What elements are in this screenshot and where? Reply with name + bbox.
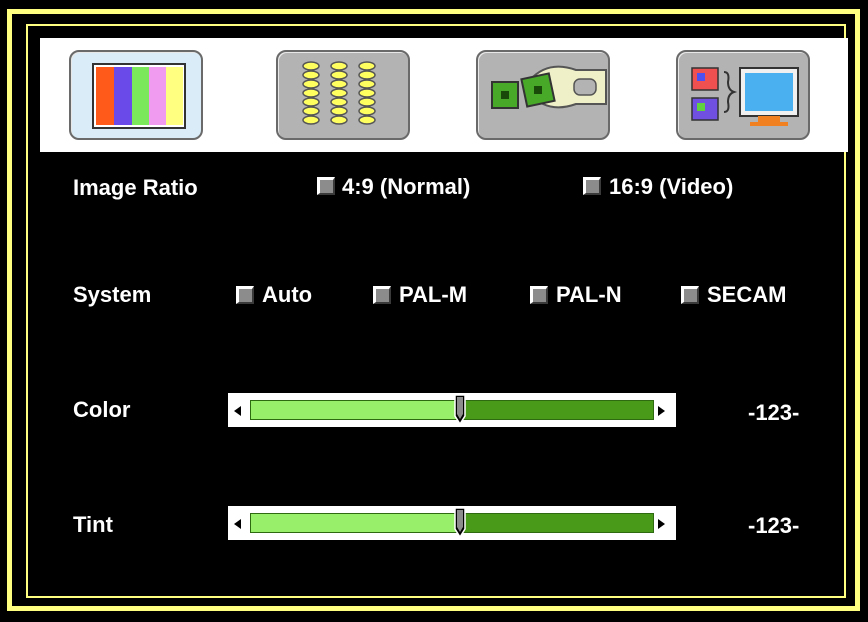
tint-slider-fill <box>251 514 461 532</box>
tint-slider-track[interactable] <box>250 507 654 539</box>
wrench-chip-icon <box>491 65 607 109</box>
color-slider-fill <box>251 401 461 419</box>
osd-screen: Image Ratio 4:9 (Normal) 16:9 (Video) Sy… <box>0 0 868 622</box>
system-label: System <box>73 282 152 307</box>
tint-slider[interactable] <box>228 506 676 540</box>
tint-slider-thumb[interactable] <box>453 507 467 539</box>
tab-setup[interactable] <box>476 50 610 140</box>
system-option-pal-m-checkbox[interactable] <box>373 286 391 304</box>
color-bars-icon <box>92 63 186 129</box>
tab-input[interactable] <box>676 50 810 140</box>
system-option-secam-checkbox[interactable] <box>681 286 699 304</box>
input-monitor-icon <box>691 67 799 126</box>
system-option-secam-label: SECAM <box>707 282 787 307</box>
system-option-pal-m-label: PAL-M <box>399 282 468 307</box>
image-ratio-option-video-label: 16:9 (Video) <box>609 174 734 199</box>
color-value: -123- <box>748 400 800 425</box>
color-slider-thumb[interactable] <box>453 394 467 426</box>
image-ratio-option-video-checkbox[interactable] <box>583 177 601 195</box>
color-slider-track[interactable] <box>250 394 654 426</box>
image-ratio-option-normal-label: 4:9 (Normal) <box>342 174 471 199</box>
image-ratio-option-normal-checkbox[interactable] <box>317 177 335 195</box>
tab-audio[interactable] <box>276 50 410 140</box>
system-option-pal-n-checkbox[interactable] <box>530 286 548 304</box>
image-ratio-label: Image Ratio <box>73 175 198 200</box>
tint-label: Tint <box>73 512 113 537</box>
color-label: Color <box>73 397 131 422</box>
system-option-auto-label: Auto <box>262 282 313 307</box>
slider-left-arrow-icon[interactable] <box>234 519 241 529</box>
slider-left-arrow-icon[interactable] <box>234 406 241 416</box>
system-option-auto-checkbox[interactable] <box>236 286 254 304</box>
tab-bar <box>40 38 848 152</box>
tab-picture[interactable] <box>69 50 203 140</box>
color-slider[interactable] <box>228 393 676 427</box>
system-option-pal-n-label: PAL-N <box>556 282 622 307</box>
tint-value: -123- <box>748 513 800 538</box>
slider-right-arrow-icon[interactable] <box>658 406 665 416</box>
slider-right-arrow-icon[interactable] <box>658 519 665 529</box>
equalizer-icon <box>302 61 376 125</box>
